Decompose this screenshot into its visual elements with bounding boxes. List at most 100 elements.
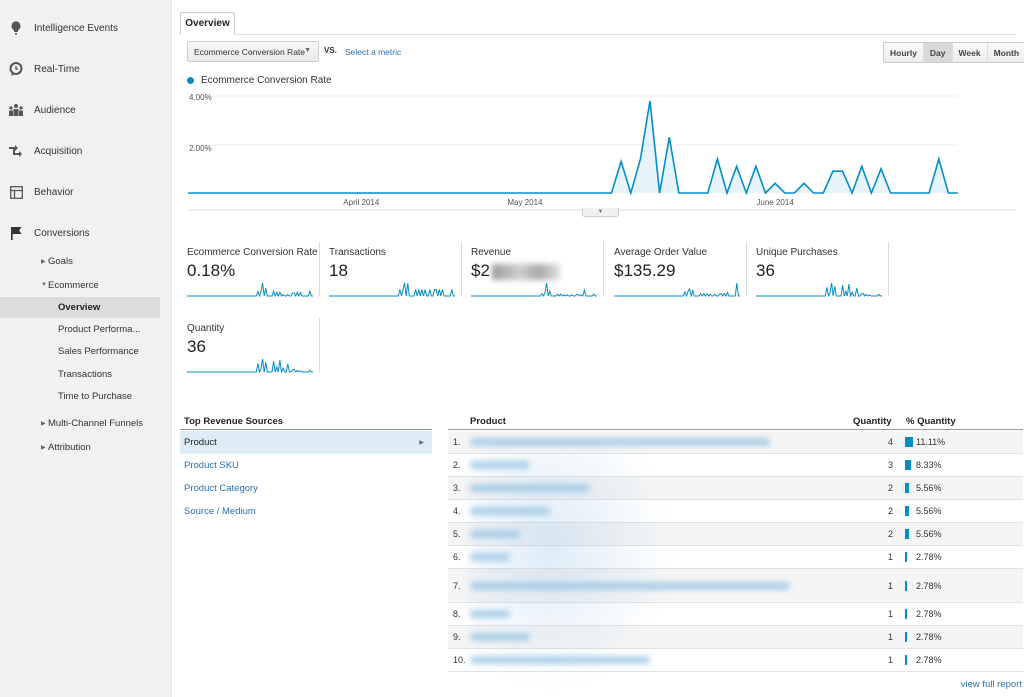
redacted-product-name[interactable]	[470, 656, 650, 664]
table-row[interactable]: 8. 1 2.78%	[448, 603, 1023, 626]
row-percent: 5.56%	[916, 483, 942, 493]
scorecard-sparkline	[187, 358, 313, 373]
table-row[interactable]: 2. 3 8.33%	[448, 454, 1023, 477]
scorecard-average-order-value[interactable]: Average Order Value $135.29	[607, 238, 747, 298]
table-row[interactable]: 10. 1 2.78%	[448, 649, 1023, 672]
scorecard-title: Quantity	[187, 323, 225, 334]
granularity-month-button[interactable]: Month	[988, 43, 1024, 62]
redacted-product-name[interactable]	[470, 633, 530, 641]
sidebar-item-multi-channel-funnels[interactable]: ▶ Multi-Channel Funnels	[0, 413, 160, 433]
revenue-source-label: Source / Medium	[184, 506, 256, 517]
metric-dropdown[interactable]: Ecommerce Conversion Rate ▼	[187, 41, 319, 62]
sidebar-item-attribution[interactable]: ▶ Attribution	[0, 437, 160, 457]
granularity-hourly-button[interactable]: Hourly	[884, 43, 924, 62]
revenue-source-product[interactable]: Product ▶	[180, 431, 432, 454]
column-header-pct-quantity[interactable]: % Quantity	[906, 416, 956, 427]
redacted-product-name[interactable]	[470, 581, 790, 590]
table-row[interactable]: 5. 2 5.56%	[448, 523, 1023, 546]
row-quantity: 1	[887, 632, 893, 642]
row-percent: 2.78%	[916, 632, 942, 642]
sidebar-item-label: Conversions	[34, 227, 90, 239]
sparkline-path	[187, 282, 313, 297]
metric-dropdown-value: Ecommerce Conversion Rate	[194, 46, 306, 57]
legend-dot-icon	[187, 77, 194, 84]
row-index: 3.	[453, 483, 461, 493]
table-row[interactable]: 3. 2 5.56%	[448, 477, 1023, 500]
sidebar-item-sales-performance[interactable]: Sales Performance	[0, 341, 160, 362]
table-row[interactable]: 6. 1 2.78%	[448, 546, 1023, 569]
y-tick-label: 2.00%	[189, 144, 212, 153]
scorecard-quantity[interactable]: Quantity 36	[180, 314, 320, 374]
row-index: 2.	[453, 460, 461, 470]
row-quantity: 1	[887, 609, 893, 619]
redacted-product-name[interactable]	[470, 610, 510, 618]
row-quantity: 4	[887, 437, 893, 447]
sidebar-item-real-time[interactable]: Real-Time	[0, 57, 172, 81]
revenue-source-product-sku[interactable]: Product SKU	[180, 454, 432, 477]
row-percent: 8.33%	[916, 460, 942, 470]
column-header-quantity[interactable]: Quantity	[853, 416, 892, 427]
chart-collapse-handle[interactable]: ▼	[582, 208, 619, 217]
layout-icon	[8, 184, 24, 200]
triangle-right-icon: ▶	[41, 420, 46, 427]
scorecard-value: 0.18%	[187, 261, 236, 280]
row-index: 9.	[453, 632, 461, 642]
row-index: 5.	[453, 529, 461, 539]
scorecard-sparkline	[614, 282, 740, 297]
granularity-day-button[interactable]: Day	[923, 43, 953, 62]
legend-label: Ecommerce Conversion Rate	[201, 75, 332, 86]
row-quantity: 2	[887, 483, 893, 493]
select-metric-link[interactable]: Select a metric	[345, 47, 401, 57]
sidebar: Intelligence Events Real-Time Audience A…	[0, 0, 172, 697]
sidebar-item-label: Attribution	[48, 441, 91, 453]
row-quantity: 1	[887, 580, 893, 591]
sidebar-item-conversions[interactable]: Conversions	[0, 221, 172, 245]
row-percent: 2.78%	[916, 580, 942, 591]
redacted-product-name[interactable]	[470, 507, 550, 515]
revenue-source-product-category[interactable]: Product Category	[180, 477, 432, 500]
sidebar-item-behavior[interactable]: Behavior	[0, 180, 172, 204]
scorecard-transactions[interactable]: Transactions 18	[322, 238, 462, 298]
row-percent-bar	[905, 609, 908, 619]
sidebar-item-time-to-purchase[interactable]: Time to Purchase	[0, 386, 160, 407]
sidebar-item-audience[interactable]: Audience	[0, 98, 172, 122]
view-full-report-link[interactable]: view full report	[961, 679, 1022, 690]
sidebar-item-intelligence-events[interactable]: Intelligence Events	[0, 16, 172, 40]
revenue-source-source-medium[interactable]: Source / Medium	[180, 500, 432, 523]
redacted-product-name[interactable]	[470, 461, 530, 469]
redacted-product-name[interactable]	[470, 484, 590, 492]
scorecard-conversion-rate[interactable]: Ecommerce Conversion Rate 0.18%	[180, 238, 320, 298]
sidebar-item-transactions[interactable]: Transactions	[0, 364, 160, 385]
sidebar-item-ecommerce[interactable]: ▼ Ecommerce	[0, 275, 160, 295]
redacted-product-name[interactable]	[470, 553, 510, 561]
tab-overview[interactable]: Overview	[180, 12, 235, 35]
scorecard-value: $135.29	[614, 261, 676, 280]
column-header-product[interactable]: Product	[470, 416, 506, 427]
vs-label: VS.	[324, 46, 337, 55]
sidebar-item-label: Multi-Channel Funnels	[48, 417, 144, 429]
sidebar-item-label: Real-Time	[34, 63, 80, 75]
sidebar-item-overview[interactable]: Overview	[0, 297, 160, 318]
top-revenue-sources-title: Top Revenue Sources	[180, 416, 432, 430]
y-tick-label: 4.00%	[189, 93, 212, 102]
scorecard-title: Revenue	[471, 247, 512, 258]
scorecard-title: Average Order Value	[614, 247, 708, 258]
sidebar-item-product-performance[interactable]: Product Performa...	[0, 319, 160, 340]
redacted-product-name[interactable]	[470, 530, 520, 538]
redacted-product-name[interactable]	[470, 438, 770, 446]
analytics-app: Intelligence Events Real-Time Audience A…	[0, 0, 1024, 697]
table-row[interactable]: 1. 4 11.11%	[448, 431, 1023, 454]
scorecard-unique-purchases[interactable]: Unique Purchases 36	[749, 238, 889, 298]
tab-bar-divider	[180, 34, 1016, 35]
scorecard-sparkline	[329, 282, 455, 297]
table-row[interactable]: 7. 1 2.78%	[448, 569, 1023, 603]
scorecard-revenue[interactable]: Revenue $2	[464, 238, 604, 298]
table-row[interactable]: 9. 1 2.78%	[448, 626, 1023, 649]
sidebar-item-goals[interactable]: ▶ Goals	[0, 251, 160, 271]
table-row[interactable]: 4. 2 5.56%	[448, 500, 1023, 523]
sidebar-item-label: Time to Purchase	[58, 391, 133, 402]
divider	[319, 242, 320, 296]
sidebar-item-acquisition[interactable]: Acquisition	[0, 139, 172, 163]
granularity-week-button[interactable]: Week	[953, 43, 988, 62]
sparkline-path	[187, 358, 313, 373]
